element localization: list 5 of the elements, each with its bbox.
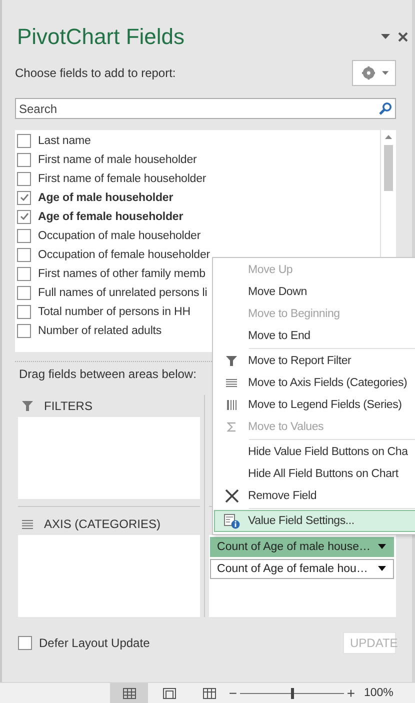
pane-title: PivotChart Fields [17,24,185,50]
areas-instruction-text: Drag fields between areas below: [18,367,196,383]
instruction-text: Choose fields to add to report: [15,66,176,80]
area-title: FILTERS [44,399,92,414]
area-title: AXIS (CATEGORIES) [44,517,160,531]
